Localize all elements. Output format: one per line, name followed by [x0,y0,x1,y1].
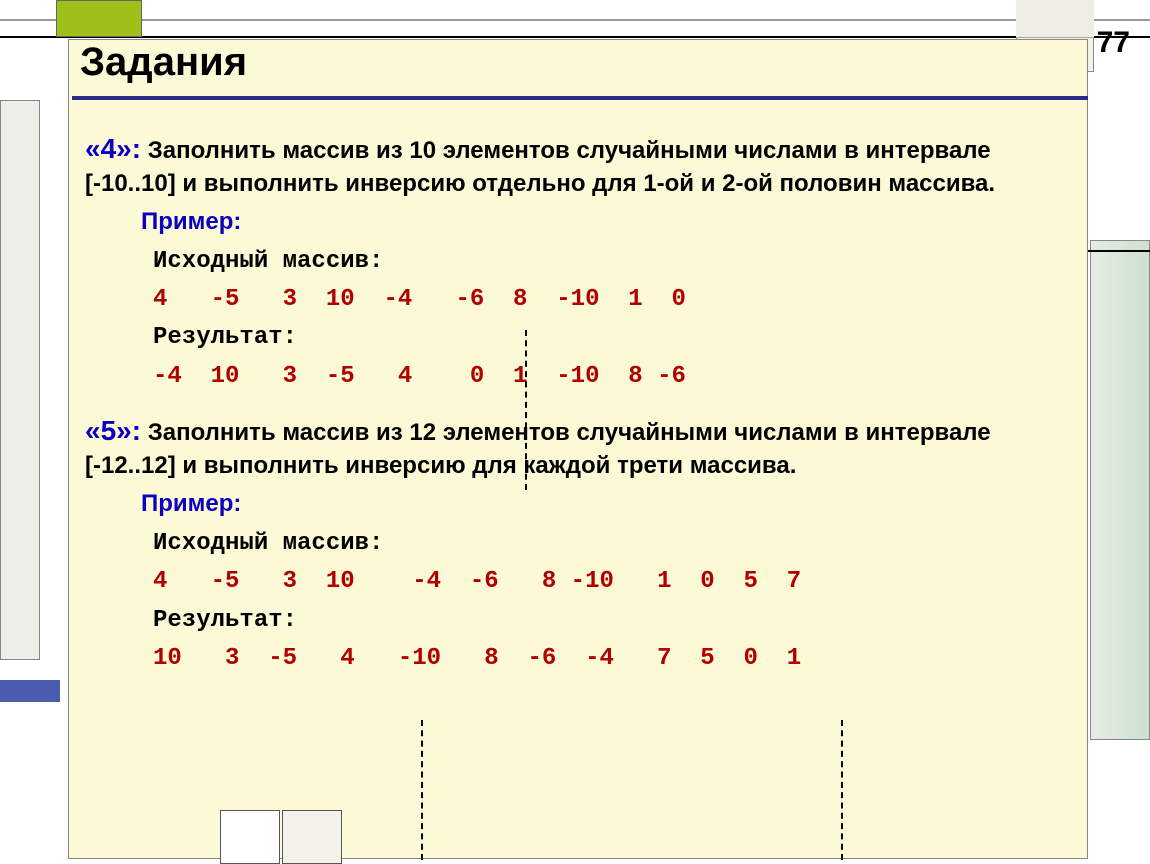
page-title: Задания [80,40,247,85]
source-array-label: Исходный массив: [153,525,1075,563]
decor-box-olive [56,0,142,37]
grade-label-4: «4»: [85,133,141,164]
task-text-4: Заполнить массив из 10 элементов случайн… [85,137,995,197]
decor-side-left [0,100,40,660]
source-array-values: 4 -5 3 10 -4 -6 8 -10 1 0 5 7 [153,563,1075,601]
result-label: Результат: [153,602,1075,640]
title-underline [72,96,1088,100]
result-values: 10 3 -5 4 -10 8 -6 -4 7 5 0 1 [153,640,1075,678]
decor-line [0,19,1150,21]
example-label: Пример: [141,206,1075,238]
task-4: «4»: Заполнить массив из 10 элементов сл… [85,130,1075,396]
decor-box [220,810,280,864]
divider-dashed [841,720,843,860]
task-5: «5»: Заполнить массив из 12 элементов сл… [85,412,1075,678]
task-text-5: Заполнить массив из 12 элементов случайн… [85,419,991,479]
source-array-label: Исходный массив: [153,243,1075,281]
example-label: Пример: [141,488,1075,520]
decor-blue-bar [0,680,60,702]
result-values: -4 10 3 -5 4 0 1 -10 8 -6 [153,358,1075,396]
result-label: Результат: [153,319,1075,357]
divider-dashed [525,330,527,490]
grade-label-5: «5»: [85,415,141,446]
decor-side-right [1090,240,1150,740]
source-array-values: 4 -5 3 10 -4 -6 8 -10 1 0 [153,281,1075,319]
page-number: 77 [1097,26,1130,60]
divider-dashed [421,720,423,860]
decor-line [0,36,1150,38]
decor-box-gray [1016,0,1094,38]
decor-box [282,810,342,864]
